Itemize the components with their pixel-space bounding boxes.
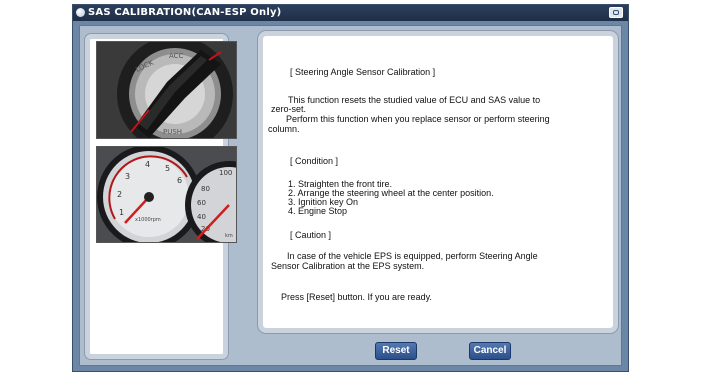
svg-text:6: 6 <box>177 176 182 185</box>
caution-heading: [ Caution ] <box>290 230 332 240</box>
intro-line-2: zero-set. <box>271 104 307 114</box>
ignition-key-image: LOCK ACC ON PUSH <box>96 41 237 139</box>
svg-text:ACC: ACC <box>169 52 184 60</box>
reset-button[interactable]: Reset <box>375 342 417 360</box>
title-bar: SAS CALIBRATION(CAN-ESP Only) <box>73 5 628 21</box>
instrument-cluster-image: 1 2 3 4 5 6 x1000rpm 80 60 40 20 100 km <box>96 146 237 243</box>
ready-prompt: Press [Reset] button. If you are ready. <box>281 292 432 302</box>
svg-text:km: km <box>225 233 233 239</box>
app-icon <box>76 8 85 17</box>
svg-text:5: 5 <box>165 164 170 173</box>
intro-line-1: This function resets the studied value o… <box>288 95 541 105</box>
caution-line-2: Sensor Calibration at the EPS system. <box>271 261 425 271</box>
condition-item: 4. Engine Stop <box>288 206 348 216</box>
caution-line-1: In case of the vehicle EPS is equipped, … <box>287 251 538 261</box>
intro-line-4: column. <box>268 124 300 134</box>
svg-text:40: 40 <box>197 213 206 221</box>
svg-text:PUSH: PUSH <box>163 128 182 136</box>
svg-text:3: 3 <box>125 172 130 181</box>
svg-text:1: 1 <box>119 208 124 217</box>
svg-text:2: 2 <box>117 190 122 199</box>
window-title: SAS CALIBRATION(CAN-ESP Only) <box>88 7 282 18</box>
instructions-heading: [ Steering Angle Sensor Calibration ] <box>290 67 436 77</box>
condition-heading: [ Condition ] <box>290 156 339 166</box>
cancel-button[interactable]: Cancel <box>469 342 511 360</box>
svg-text:x1000rpm: x1000rpm <box>135 217 161 223</box>
instructions-text: [ Steering Angle Sensor Calibration ] Th… <box>268 40 608 325</box>
intro-line-3: Perform this function when you replace s… <box>286 114 550 124</box>
svg-text:80: 80 <box>201 185 210 193</box>
svg-text:60: 60 <box>197 199 206 207</box>
svg-text:4: 4 <box>145 160 150 169</box>
window-control-icon[interactable] <box>609 7 623 18</box>
svg-text:100: 100 <box>219 169 232 177</box>
